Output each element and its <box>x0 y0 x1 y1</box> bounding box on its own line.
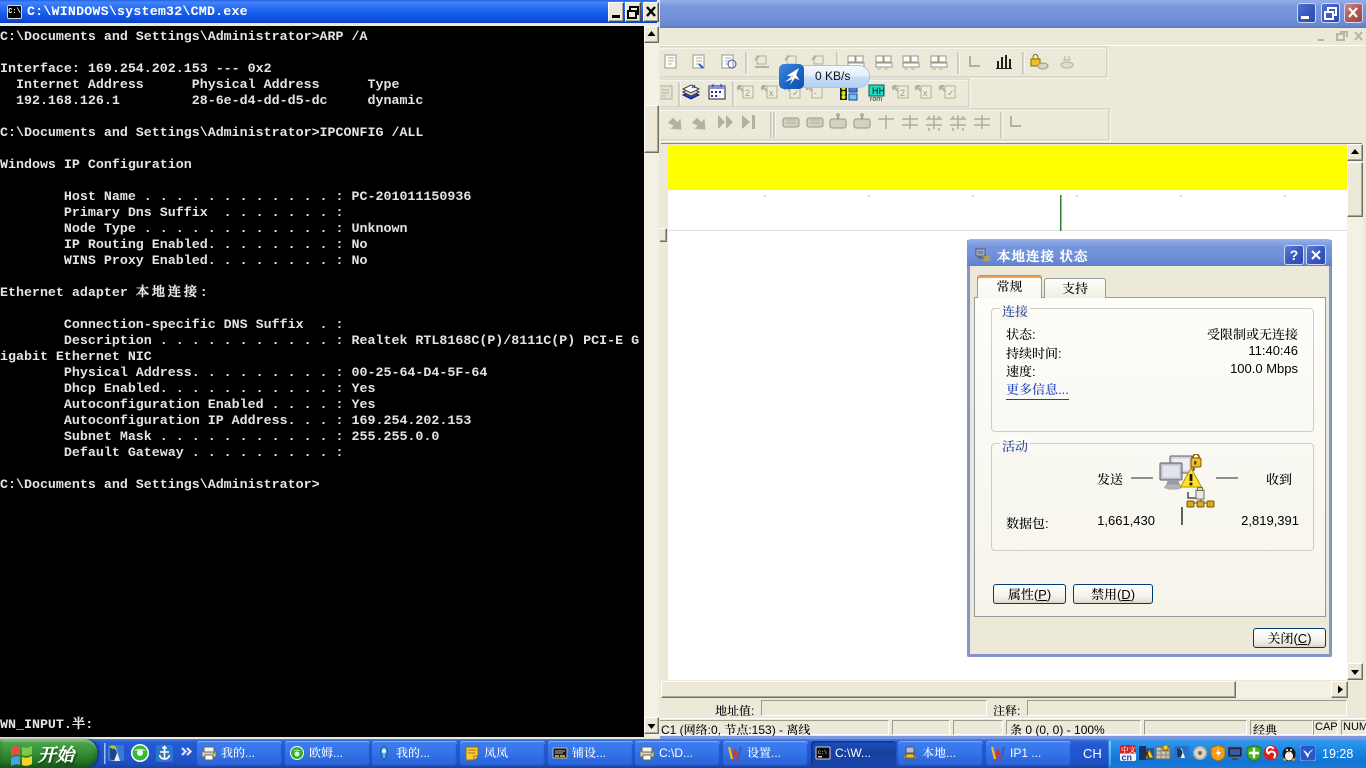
svg-text:A: A <box>1144 751 1150 760</box>
svg-text:-: - <box>814 88 817 98</box>
svg-text:2: 2 <box>900 88 905 98</box>
svg-text:2: 2 <box>745 88 750 98</box>
svg-text:HH: HH <box>872 86 885 96</box>
svg-text:rom: rom <box>870 96 882 103</box>
svg-text:✓: ✓ <box>947 88 955 98</box>
svg-text:cn: cn <box>1122 753 1133 762</box>
svg-text:x: x <box>923 88 928 98</box>
svg-text:✓: ✓ <box>792 88 800 98</box>
svg-text:C:\: C:\ <box>818 750 827 756</box>
svg-text:x: x <box>769 88 774 98</box>
